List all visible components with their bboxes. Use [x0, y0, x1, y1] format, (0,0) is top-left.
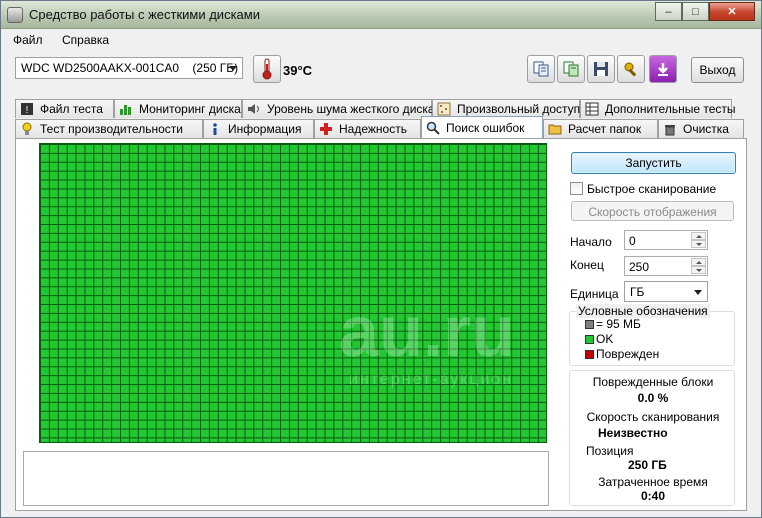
info-icon [213, 123, 217, 135]
speaker-icon [248, 104, 259, 114]
menu-bar: Файл Справка [1, 29, 761, 51]
tab-label: Информация [228, 122, 302, 136]
tab-label: Поиск ошибок [446, 120, 525, 135]
unit-value: ГБ [630, 285, 645, 299]
tab-test-file[interactable]: ! Файл теста [15, 99, 114, 118]
start-input[interactable]: 0 [624, 230, 708, 250]
elapsed-time-value: 0:40 [640, 489, 666, 503]
start-value: 0 [629, 234, 636, 248]
drive-select[interactable]: WDC WD2500AAKX-001CA0 (250 ГБ) [15, 57, 243, 79]
copy-green-icon[interactable] [557, 55, 585, 83]
tab-cleanup[interactable]: Очистка [658, 119, 744, 138]
legend-label-ok: OK [596, 332, 614, 346]
toolbar: WDC WD2500AAKX-001CA0 (250 ГБ) 39°C Выхо… [1, 51, 761, 93]
tab-label: Расчет папок [568, 122, 642, 136]
tab-label: Дополнительные тесты [605, 102, 736, 116]
tools-icon[interactable] [617, 55, 645, 83]
end-input[interactable]: 250 [624, 256, 708, 276]
tab-label: Очистка [683, 122, 729, 136]
end-value: 250 [629, 260, 650, 274]
quick-scan-label: Быстрое сканирование [587, 182, 717, 196]
trash-icon [665, 125, 675, 136]
chevron-down-icon [694, 290, 702, 295]
scan-speed-label: Скорость сканирования [586, 410, 720, 424]
legend-swatch-ok [585, 335, 594, 344]
cross-icon [320, 123, 332, 135]
end-label: Конец [570, 258, 604, 272]
start-label: Начало [570, 235, 612, 249]
stats-box: Поврежденные блоки 0.0 % Скорость сканир… [569, 370, 735, 506]
legend-swatch-damaged [585, 350, 594, 359]
tabs-row-2: Тест производительности Информация Надеж… [15, 116, 744, 138]
tab-folder-calc[interactable]: Расчет папок [543, 119, 658, 138]
tab-label: Тест производительности [40, 122, 183, 136]
quick-scan-checkbox[interactable] [570, 182, 583, 195]
info-file-icon: ! [21, 103, 33, 116]
unit-label: Единица [570, 287, 619, 301]
tab-disk-monitoring[interactable]: Мониторинг диска [114, 99, 242, 118]
tab-label: Произвольный доступ [457, 102, 581, 116]
tab-performance[interactable]: Тест производительности [15, 119, 203, 138]
magnifier-icon [426, 121, 440, 135]
tab-label: Надежность [339, 122, 407, 136]
menu-file[interactable]: Файл [13, 33, 43, 47]
log-area[interactable] [23, 451, 549, 506]
tab-label: Файл теста [40, 102, 103, 116]
thermometer-icon [253, 55, 281, 83]
folder-icon [548, 124, 562, 135]
damaged-blocks-value: 0.0 % [637, 391, 669, 405]
window-title: Средство работы с жесткими дисками [29, 7, 260, 22]
app-window: Средство работы с жесткими дисками – □ ✕… [0, 0, 762, 518]
tab-information[interactable]: Информация [203, 119, 314, 138]
svg-text:!: ! [26, 105, 29, 116]
app-icon [7, 7, 23, 23]
title-bar[interactable]: Средство работы с жесткими дисками – □ ✕ [1, 1, 761, 29]
tab-additional-tests[interactable]: Дополнительные тесты [580, 99, 736, 118]
tab-error-scan[interactable]: Поиск ошибок [421, 116, 543, 138]
save-icon[interactable] [587, 55, 615, 83]
exit-button[interactable]: Выход [691, 57, 744, 83]
tab-reliability[interactable]: Надежность [314, 119, 421, 138]
grid-icon [585, 102, 599, 116]
minimize-button[interactable]: – [655, 2, 682, 21]
legend-label-block: = 95 МБ [596, 317, 641, 331]
drive-select-value: WDC WD2500AAKX-001CA0 (250 ГБ) [21, 61, 239, 75]
legend-title: Условные обозначения [576, 304, 710, 318]
damaged-blocks-label: Поврежденные блоки [592, 375, 714, 389]
start-scan-button[interactable]: Запустить [571, 152, 736, 174]
random-icon [437, 102, 451, 116]
tab-noise-level[interactable]: Уровень шума жесткого диска [242, 99, 435, 118]
start-stepper[interactable] [691, 232, 706, 248]
copy-icon[interactable] [527, 55, 555, 83]
elapsed-time-label: Затраченное время [598, 475, 708, 489]
close-button[interactable]: ✕ [709, 2, 755, 21]
tabs-row-1: ! Файл теста Мониторинг диска Уровень шу… [15, 99, 736, 118]
menu-help[interactable]: Справка [62, 33, 109, 47]
position-value: 250 ГБ [628, 458, 667, 472]
chart-icon [120, 105, 131, 115]
legend-label-damaged: Поврежден [596, 347, 660, 361]
temperature-value: 39°C [283, 63, 313, 78]
tab-label: Уровень шума жесткого диска [267, 102, 435, 116]
position-label: Позиция [586, 444, 634, 458]
tab-label: Мониторинг диска [139, 102, 241, 116]
block-map [39, 143, 547, 443]
end-stepper[interactable] [691, 258, 706, 274]
bulb-icon [22, 122, 32, 135]
legend-swatch-block [585, 320, 594, 329]
display-speed-button[interactable]: Скорость отображения [571, 201, 734, 221]
scan-speed-value: Неизвестно [598, 426, 668, 440]
unit-select[interactable]: ГБ [624, 281, 708, 302]
maximize-button[interactable]: □ [682, 2, 709, 21]
download-icon[interactable] [649, 55, 677, 83]
window-controls: – □ ✕ [655, 2, 755, 21]
chevron-down-icon [229, 66, 237, 71]
